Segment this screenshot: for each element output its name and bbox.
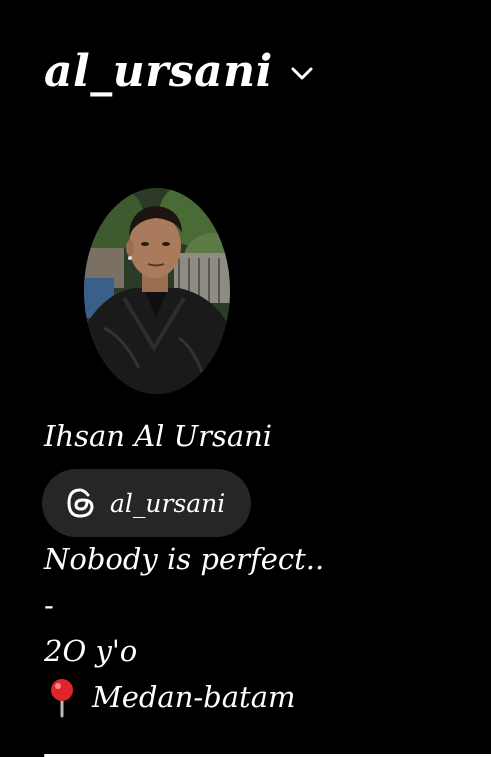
threads-icon [67,488,94,518]
threads-handle: al_ursani [110,488,226,518]
profile-full-name: Ihsan Al Ursani [44,419,273,453]
account-switcher[interactable]: al_ursani [44,42,317,102]
profile-username: al_ursani [44,46,273,97]
bio-line: - [44,588,54,622]
profile-bio: Nobody is perfect.. - 2O y'o Medan-batam [44,536,324,720]
bio-line: Nobody is perfect.. [44,542,325,576]
chevron-down-icon [291,67,313,80]
profile-avatar[interactable] [84,188,230,394]
threads-profile-link[interactable]: al_ursani [42,469,252,537]
location-text: Medan-batam [92,680,296,714]
bio-location: Medan-batam [44,674,324,720]
bio-line: 2O y'o [44,634,138,668]
red-pin-icon [44,674,80,720]
